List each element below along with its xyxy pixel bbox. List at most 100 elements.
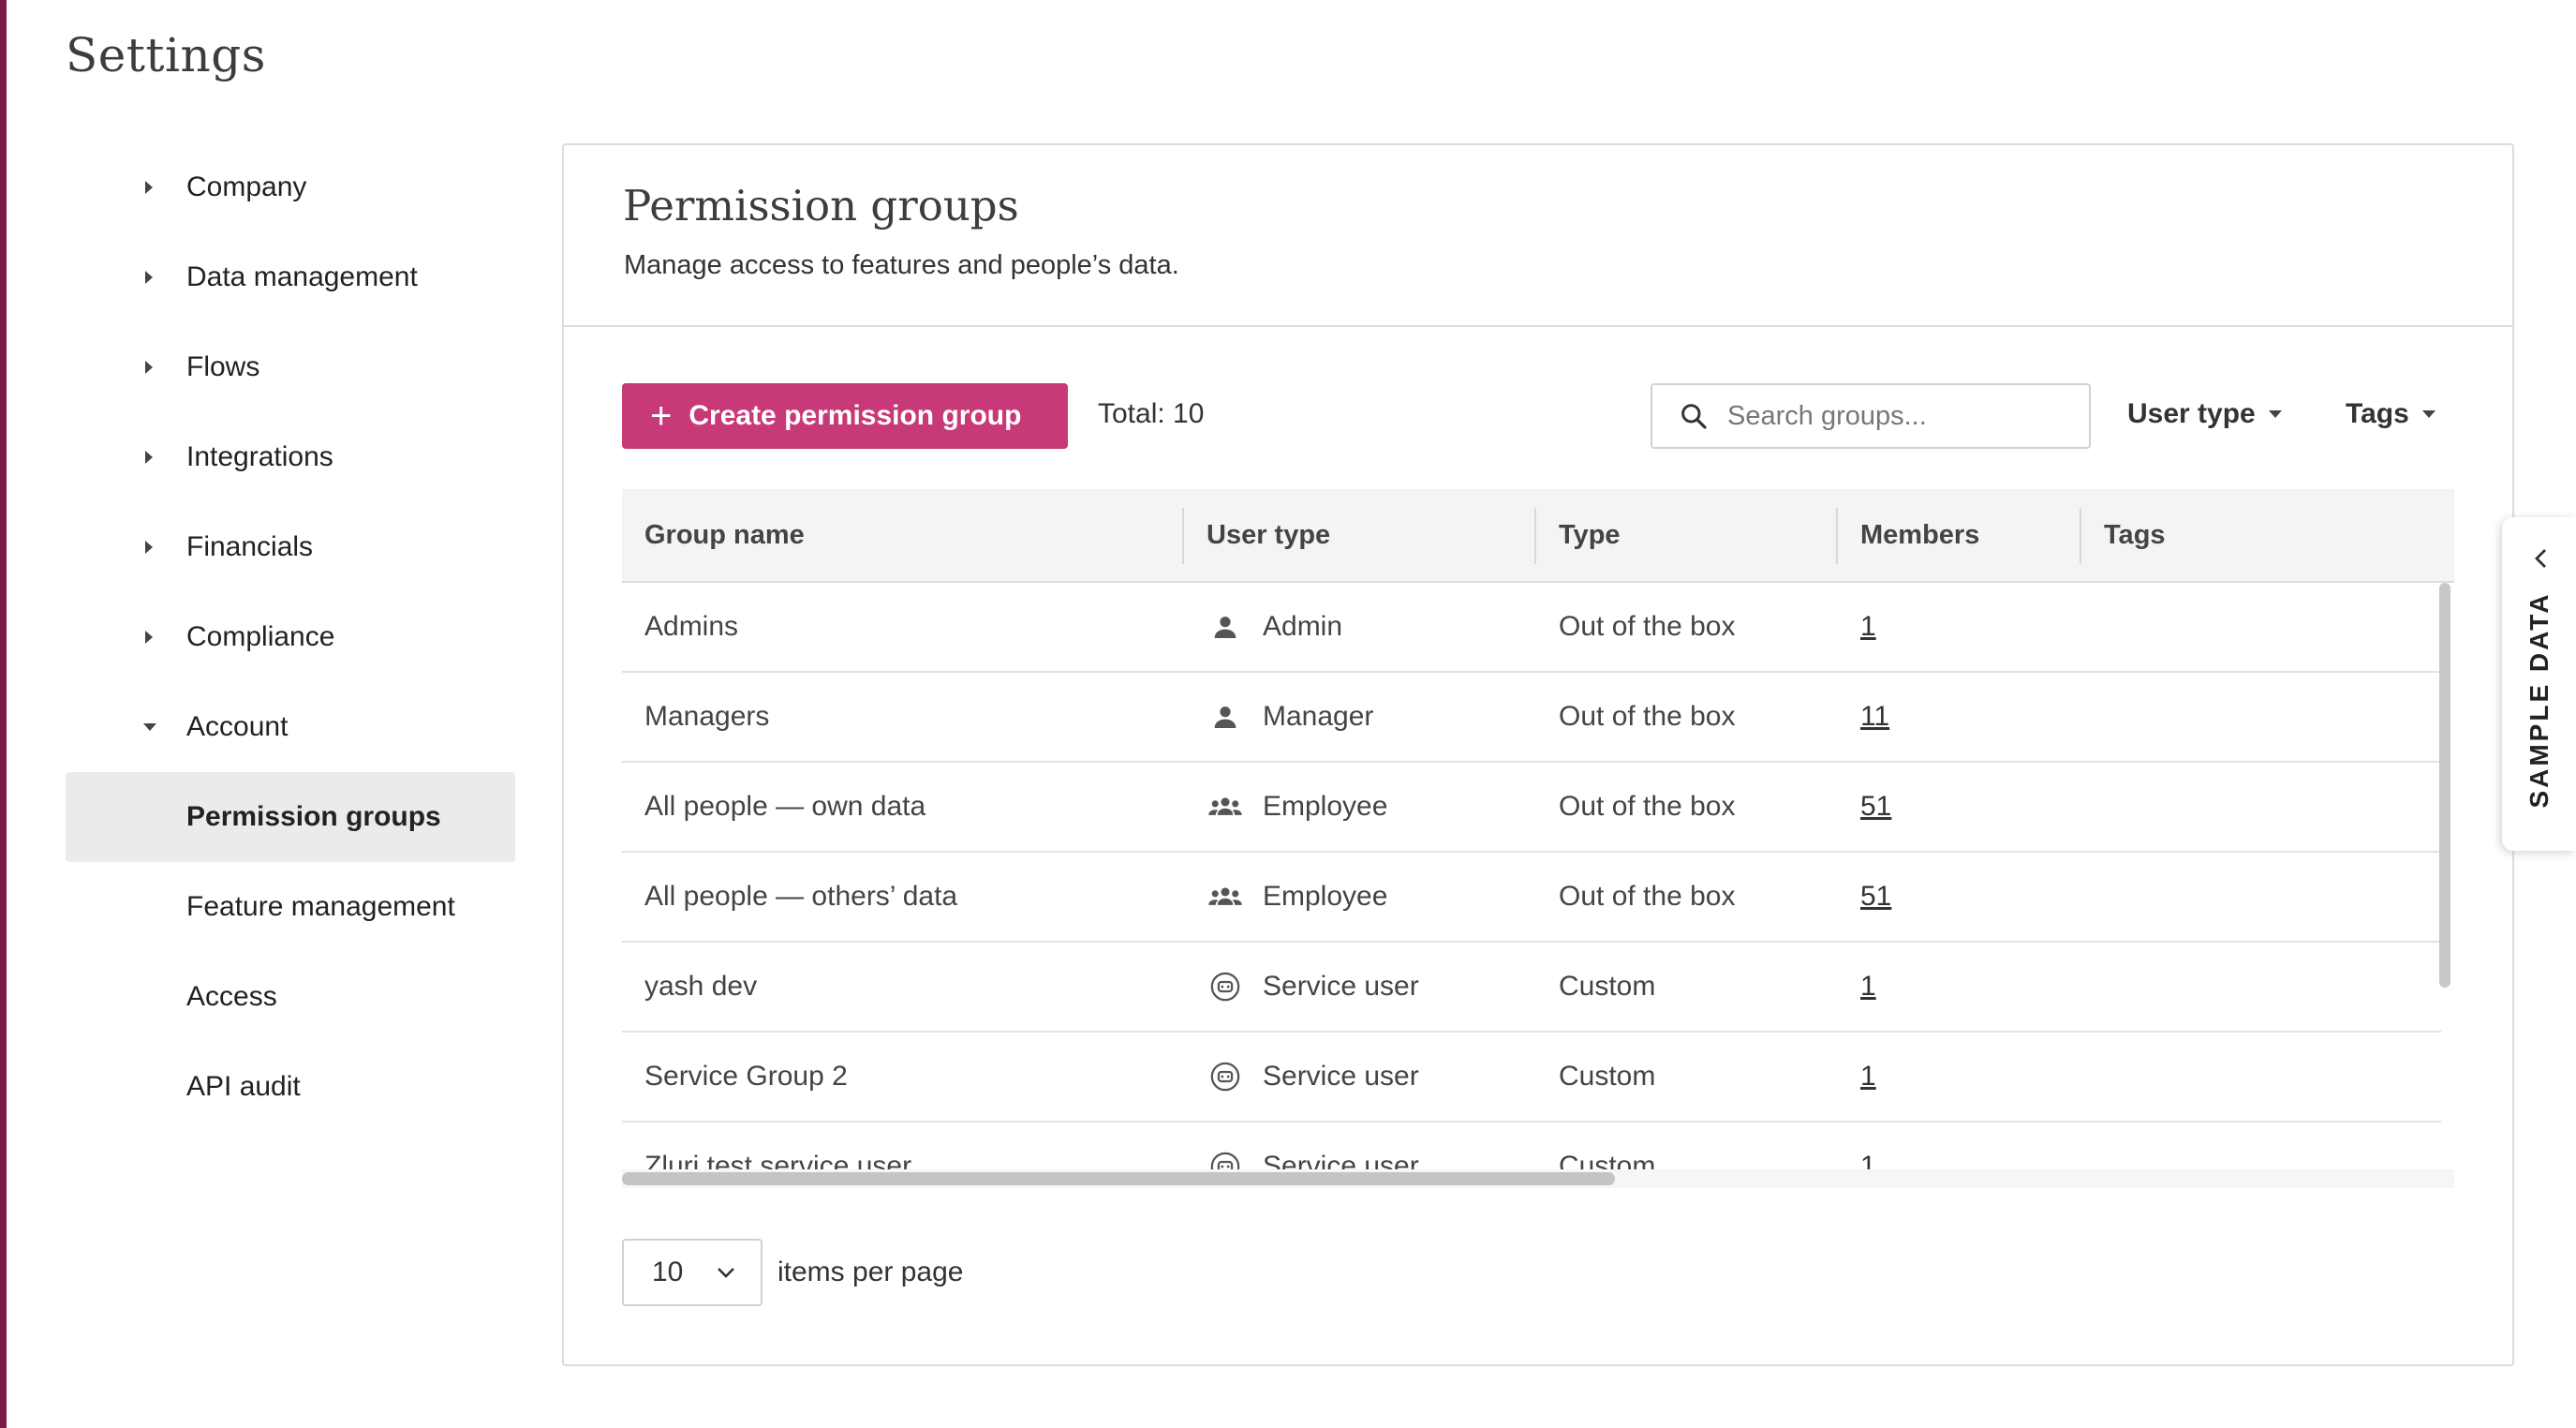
column-header-user-type[interactable]: User type <box>1207 489 1330 581</box>
column-header-group-name[interactable]: Group name <box>644 489 805 581</box>
group-name-cell: Zluri test service user <box>644 1151 912 1169</box>
card-header: Permission groups Manage access to featu… <box>564 145 2512 327</box>
user-type-cell: Service user <box>1207 1033 1419 1121</box>
user-type-cell: Service user <box>1207 943 1419 1031</box>
user-type-cell: Service user <box>1207 1123 1419 1169</box>
sidebar-item-compliance[interactable]: Compliance <box>66 592 515 682</box>
members-link[interactable]: 1 <box>1860 1151 1876 1169</box>
type-cell: Custom <box>1559 971 1656 1002</box>
sidebar-item-label: Data management <box>186 261 418 292</box>
user-type-label: Service user <box>1263 1061 1419 1092</box>
permission-groups-table: Group name User type Type Members Tags A… <box>622 489 2454 1169</box>
chevron-down-icon <box>718 1268 735 1278</box>
page-title: Settings <box>66 28 266 82</box>
members-link[interactable]: 1 <box>1860 971 1876 1003</box>
create-button-label: Create permission group <box>688 400 1022 431</box>
user-type-label: Employee <box>1263 881 1388 912</box>
search-box[interactable] <box>1651 383 2091 449</box>
members-cell: 11 <box>1860 673 1889 761</box>
members-cell: 1 <box>1860 943 1876 1031</box>
table-row[interactable]: Zluri test service user Service user Cus… <box>622 1123 2441 1169</box>
group-icon <box>1207 788 1244 826</box>
caret-right-icon <box>145 451 153 464</box>
sample-data-tab[interactable]: SAMPLE DATA <box>2502 517 2576 851</box>
members-cell: 1 <box>1860 1123 1876 1169</box>
user-type-cell: Manager <box>1207 673 1373 761</box>
caret-right-icon <box>145 271 153 284</box>
sidebar-item-integrations[interactable]: Integrations <box>66 412 515 502</box>
sidebar-item-data-management[interactable]: Data management <box>66 232 515 322</box>
members-cell: 51 <box>1860 763 1891 851</box>
caret-down-icon <box>2268 410 2282 418</box>
robot-icon <box>1207 1148 1244 1169</box>
sidebar-subitem-feature-management[interactable]: Feature management <box>66 862 515 952</box>
items-per-page-value: 10 <box>652 1257 684 1287</box>
table-row[interactable]: All people — own data Employee Out of th… <box>622 763 2441 853</box>
group-name-cell: Managers <box>644 701 770 732</box>
sidebar-item-label: Compliance <box>186 621 335 652</box>
user-type-cell: Employee <box>1207 853 1387 941</box>
table-row[interactable]: Managers Manager Out of the box 11 <box>622 673 2441 763</box>
table-row[interactable]: Service Group 2 Service user Custom 1 <box>622 1033 2441 1123</box>
column-header-tags[interactable]: Tags <box>2104 489 2166 581</box>
sidebar-item-label: Financials <box>186 531 314 562</box>
type-cell: Out of the box <box>1559 701 1736 732</box>
table-body: Admins Admin Out of the box 1 Managers M… <box>622 583 2441 1169</box>
total-count: Total: 10 <box>1098 398 1205 429</box>
sidebar-item-label: Access <box>186 981 277 1012</box>
user-type-label: Admin <box>1263 611 1343 642</box>
user-type-filter-label: User type <box>2127 398 2256 429</box>
type-cell: Out of the box <box>1559 611 1736 642</box>
table-row[interactable]: Admins Admin Out of the box 1 <box>622 583 2441 673</box>
members-link[interactable]: 51 <box>1860 791 1891 823</box>
members-link[interactable]: 11 <box>1860 701 1889 733</box>
table-row[interactable]: yash dev Service user Custom 1 <box>622 943 2441 1033</box>
user-type-cell: Admin <box>1207 583 1342 671</box>
search-input[interactable] <box>1725 399 2066 433</box>
user-type-filter[interactable]: User type <box>2127 398 2282 430</box>
sidebar-item-label: API audit <box>186 1071 301 1102</box>
user-type-label: Service user <box>1263 1151 1419 1169</box>
user-type-cell: Employee <box>1207 763 1387 851</box>
left-accent-bar <box>0 0 7 1428</box>
vertical-scrollbar[interactable] <box>2439 583 2450 988</box>
group-name-cell: All people — others’ data <box>644 881 958 912</box>
table-row[interactable]: All people — others’ data Employee Out o… <box>622 853 2441 943</box>
card-title: Permission groups <box>623 181 1019 231</box>
column-header-members[interactable]: Members <box>1860 489 1979 581</box>
person-icon <box>1207 608 1244 646</box>
group-name-cell: Admins <box>644 611 739 642</box>
sidebar-item-label: Company <box>186 171 307 202</box>
create-permission-group-button[interactable]: + Create permission group <box>622 383 1068 449</box>
horizontal-scrollbar[interactable] <box>622 1172 1615 1185</box>
items-per-page-select[interactable]: 10 <box>622 1239 762 1306</box>
settings-sidebar: Company Data management Flows Integratio… <box>66 142 515 1132</box>
caret-right-icon <box>145 181 153 194</box>
column-divider <box>2080 508 2081 564</box>
sidebar-subitem-access[interactable]: Access <box>66 952 515 1042</box>
column-header-type[interactable]: Type <box>1559 489 1621 581</box>
group-name-cell: Service Group 2 <box>644 1061 848 1092</box>
table-header: Group name User type Type Members Tags <box>622 489 2454 583</box>
type-cell: Custom <box>1559 1151 1656 1169</box>
sidebar-item-financials[interactable]: Financials <box>66 502 515 592</box>
tags-filter[interactable]: Tags <box>2346 398 2435 430</box>
card-subtitle: Manage access to features and people’s d… <box>624 250 1179 280</box>
sidebar-subitem-permission-groups[interactable]: Permission groups <box>66 772 515 862</box>
sidebar-item-company[interactable]: Company <box>66 142 515 232</box>
sidebar-item-flows[interactable]: Flows <box>66 322 515 412</box>
sidebar-item-account[interactable]: Account <box>66 682 515 772</box>
caret-down-icon <box>2421 410 2435 418</box>
robot-icon <box>1207 1058 1244 1095</box>
members-link[interactable]: 51 <box>1860 881 1891 913</box>
plus-icon: + <box>650 395 673 437</box>
sidebar-subitem-api-audit[interactable]: API audit <box>66 1042 515 1132</box>
user-type-label: Manager <box>1263 701 1374 732</box>
group-icon <box>1207 878 1244 915</box>
members-cell: 1 <box>1860 583 1876 671</box>
sidebar-item-label: Permission groups <box>186 801 441 832</box>
column-divider <box>1836 508 1838 564</box>
search-icon <box>1681 404 1707 429</box>
members-link[interactable]: 1 <box>1860 611 1876 643</box>
members-link[interactable]: 1 <box>1860 1061 1876 1093</box>
